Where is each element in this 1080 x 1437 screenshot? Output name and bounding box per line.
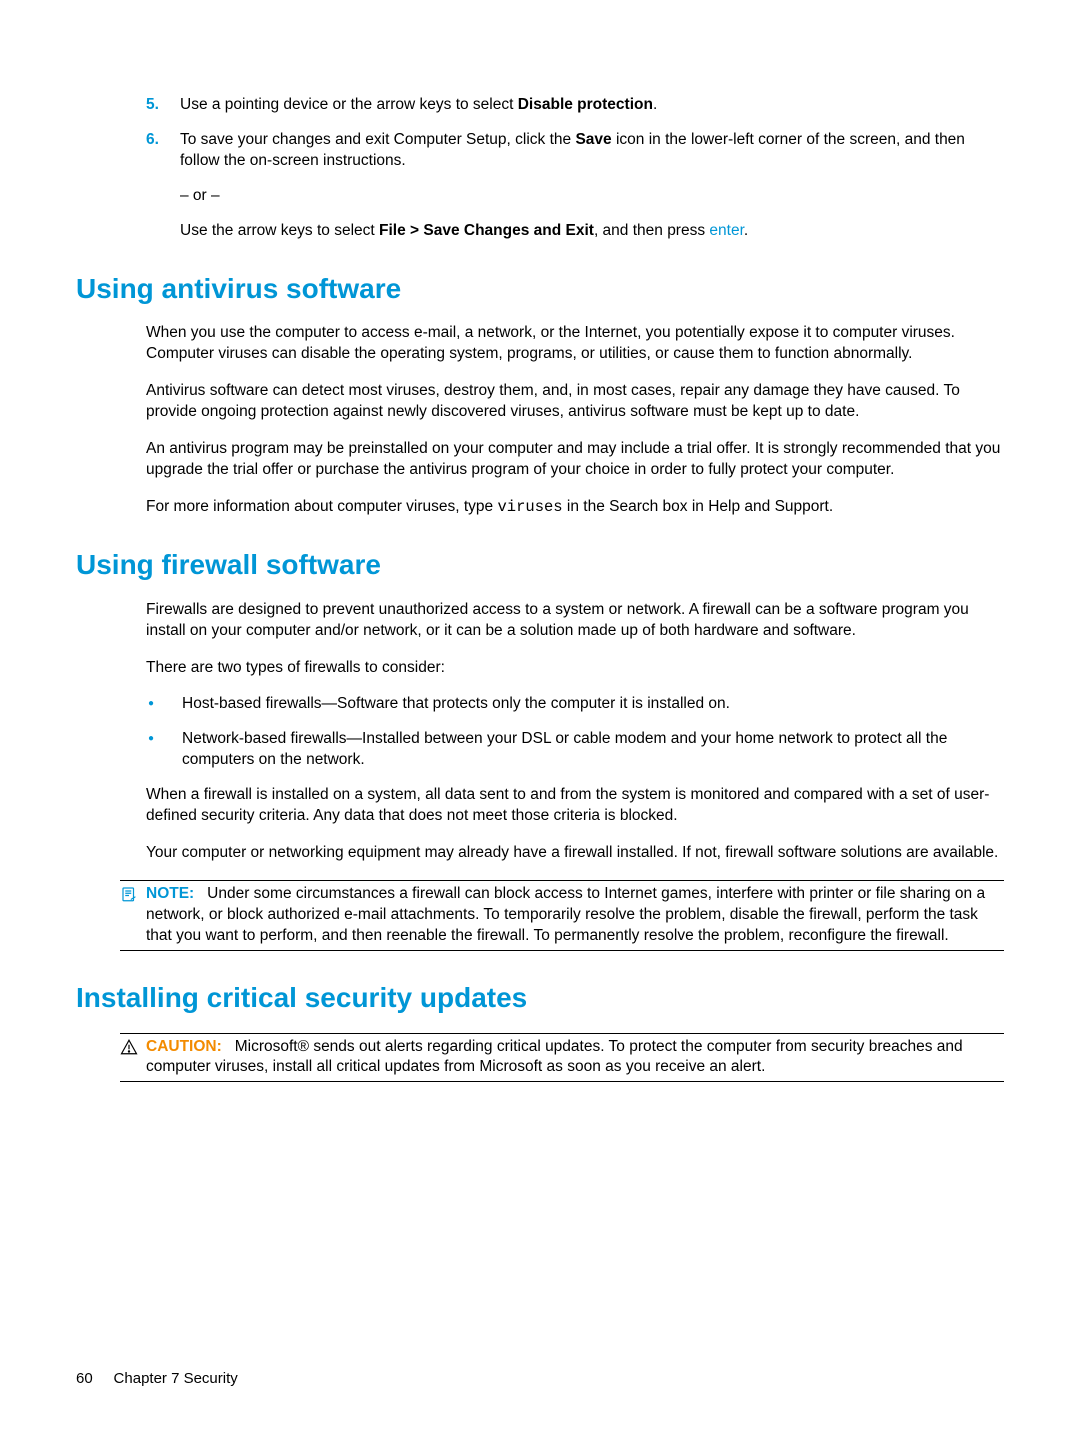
note-callout: NOTE: Under some circumstances a firewal… xyxy=(120,880,1004,951)
caution-body: Microsoft® sends out alerts regarding cr… xyxy=(146,1038,963,1076)
step-body: To save your changes and exit Computer S… xyxy=(180,130,1004,242)
caution-label: CAUTION: xyxy=(146,1038,222,1055)
step-5: 5. Use a pointing device or the arrow ke… xyxy=(146,95,1004,116)
step-or: – or – xyxy=(180,186,1004,207)
key-name: enter xyxy=(709,222,743,239)
bullet-text: Network-based firewalls—Installed betwee… xyxy=(182,729,1004,771)
paragraph: Firewalls are designed to prevent unauth… xyxy=(146,600,1004,642)
paragraph: There are two types of firewalls to cons… xyxy=(146,658,1004,679)
paragraph: An antivirus program may be preinstalled… xyxy=(146,439,1004,481)
bullet-list: ● Host-based firewalls—Software that pro… xyxy=(146,694,1004,771)
bold-text: Disable protection xyxy=(518,96,653,113)
page: 5. Use a pointing device or the arrow ke… xyxy=(0,0,1080,1437)
bullet-icon: ● xyxy=(146,694,182,715)
chapter-label: Chapter 7 Security xyxy=(114,1370,238,1387)
code-text: viruses xyxy=(497,498,562,516)
step-body: Use a pointing device or the arrow keys … xyxy=(180,95,1004,116)
step-6: 6. To save your changes and exit Compute… xyxy=(146,130,1004,242)
page-footer: 60 Chapter 7 Security xyxy=(76,1369,238,1389)
heading-updates: Installing critical security updates xyxy=(76,979,1004,1017)
text: , and then press xyxy=(594,222,709,239)
text: Use a pointing device or the arrow keys … xyxy=(180,96,518,113)
step-number: 5. xyxy=(146,95,180,116)
ordered-list: 5. Use a pointing device or the arrow ke… xyxy=(146,95,1004,242)
text: in the Search box in Help and Support. xyxy=(563,498,834,515)
page-number: 60 xyxy=(76,1370,93,1387)
note-label: NOTE: xyxy=(146,885,194,902)
bullet-icon: ● xyxy=(146,729,182,771)
paragraph: Antivirus software can detect most virus… xyxy=(146,381,1004,423)
note-icon xyxy=(120,884,146,910)
heading-firewall: Using firewall software xyxy=(76,546,1004,584)
step-number: 6. xyxy=(146,130,180,242)
caution-callout: CAUTION: Microsoft® sends out alerts reg… xyxy=(120,1033,1004,1083)
text: Use the arrow keys to select xyxy=(180,222,379,239)
bold-text: Save xyxy=(575,131,611,148)
bold-text: File > Save Changes and Exit xyxy=(379,222,594,239)
heading-antivirus: Using antivirus software xyxy=(76,270,1004,308)
paragraph: Your computer or networking equipment ma… xyxy=(146,843,1004,864)
text: . xyxy=(653,96,657,113)
text: For more information about computer viru… xyxy=(146,498,497,515)
text: To save your changes and exit Computer S… xyxy=(180,131,575,148)
text: . xyxy=(744,222,748,239)
paragraph: When a firewall is installed on a system… xyxy=(146,785,1004,827)
bullet-item: ● Host-based firewalls—Software that pro… xyxy=(146,694,1004,715)
caution-icon xyxy=(120,1037,146,1063)
bullet-text: Host-based firewalls—Software that prote… xyxy=(182,694,730,715)
paragraph: When you use the computer to access e-ma… xyxy=(146,323,1004,365)
bullet-item: ● Network-based firewalls—Installed betw… xyxy=(146,729,1004,771)
paragraph: For more information about computer viru… xyxy=(146,497,1004,518)
note-body: Under some circumstances a firewall can … xyxy=(146,885,985,944)
